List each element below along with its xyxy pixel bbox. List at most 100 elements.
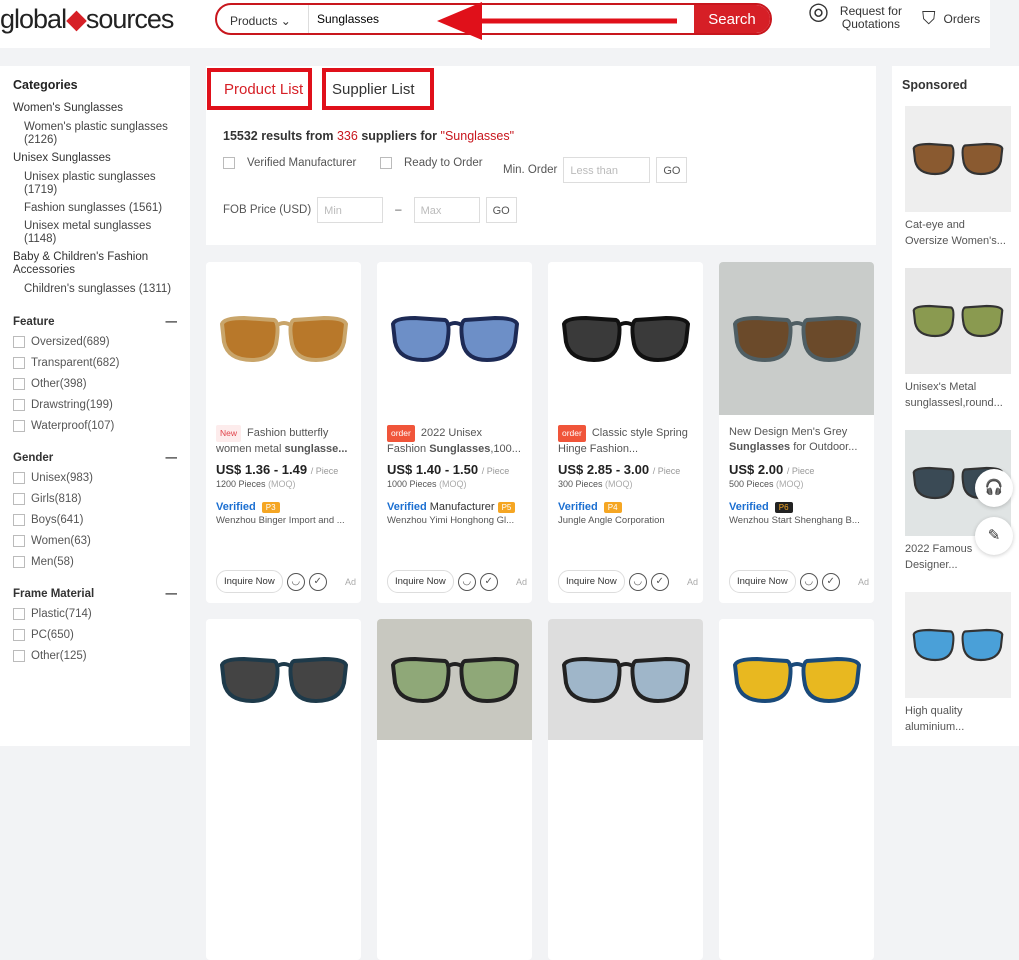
sponsored-title[interactable]: High quality aluminium... — [905, 703, 1011, 735]
filter-section-header[interactable]: Feature — — [13, 316, 177, 328]
checkbox[interactable] — [13, 650, 25, 662]
inquire-now-button[interactable]: Inquire Now — [558, 570, 625, 593]
filter-option[interactable]: PC(650) — [13, 629, 177, 641]
price-go-button[interactable]: GO — [485, 197, 517, 223]
min-order-input[interactable]: Less than — [563, 157, 651, 183]
company-name[interactable]: Wenzhou Yimi Honghong Gl... — [377, 513, 532, 526]
checkbox[interactable] — [13, 420, 25, 432]
product-card[interactable] — [719, 619, 874, 960]
logo[interactable]: global◆sources — [0, 4, 174, 35]
orders-link[interactable]: ⛉ Orders — [922, 8, 980, 29]
product-card[interactable]: New Fashion butterfly women metal sunglas… — [206, 262, 361, 603]
filter-section-header[interactable]: Gender — — [13, 452, 177, 464]
filter-option[interactable]: Waterproof(107) — [13, 420, 177, 432]
product-title[interactable]: New Fashion butterfly women metal sunglas… — [206, 415, 361, 457]
collapse-minus-icon[interactable]: — — [166, 316, 178, 328]
collapse-minus-icon[interactable]: — — [166, 588, 178, 600]
filter-option[interactable]: Women(63) — [13, 535, 177, 547]
price-min-input[interactable]: Min — [317, 197, 384, 223]
product-image[interactable] — [377, 262, 532, 415]
search-category-select[interactable]: Products ⌄ — [217, 5, 309, 33]
company-name[interactable]: Wenzhou Start Shenghang B... — [719, 513, 874, 526]
checkbox[interactable] — [13, 399, 25, 411]
filter-option[interactable]: Girls(818) — [13, 493, 177, 505]
sponsored-image[interactable] — [905, 268, 1011, 374]
checkbox[interactable] — [13, 336, 25, 348]
filter-option[interactable]: Oversized(689) — [13, 336, 177, 348]
subcategory-link[interactable]: Fashion sunglasses (1561) — [13, 202, 177, 215]
sponsored-item[interactable]: Cat-eye and Oversize Women's... — [905, 106, 1011, 249]
filter-option[interactable]: Drawstring(199) — [13, 399, 177, 411]
subcategory-link[interactable]: Women's plastic sunglasses (2126) — [13, 121, 177, 147]
product-card[interactable]: order Classic style Spring Hinge Fashion.… — [548, 262, 703, 603]
company-name[interactable]: Wenzhou Binger Import and ... — [206, 513, 361, 526]
checkbox[interactable] — [13, 608, 25, 620]
inquire-now-button[interactable]: Inquire Now — [387, 570, 454, 593]
sponsored-image[interactable] — [905, 106, 1011, 212]
subcategory-link[interactable]: Unisex plastic sunglasses (1719) — [13, 171, 177, 197]
ready-checkbox[interactable] — [380, 157, 392, 169]
product-title[interactable]: order 2022 Unisex Fashion Sunglasses,100.… — [377, 415, 532, 457]
product-image[interactable] — [548, 619, 703, 740]
inquire-now-button[interactable]: Inquire Now — [729, 570, 796, 593]
sponsored-image[interactable] — [905, 592, 1011, 698]
company-name[interactable]: Jungle Angle Corporation — [548, 513, 703, 526]
filter-option[interactable]: Boys(641) — [13, 514, 177, 526]
product-image[interactable] — [206, 619, 361, 740]
tab-product-list[interactable]: Product List — [207, 68, 312, 110]
search-button[interactable]: Search — [694, 5, 770, 33]
category-2[interactable]: Baby & Children's Fashion Accessories — [13, 251, 177, 277]
product-card[interactable]: order 2022 Unisex Fashion Sunglasses,100.… — [377, 262, 532, 603]
checkbox[interactable] — [13, 535, 25, 547]
check-icon[interactable]: ✓ — [821, 572, 840, 591]
inquire-now-button[interactable]: Inquire Now — [216, 570, 283, 593]
product-title[interactable]: New Design Men's Grey Sunglasses for Out… — [719, 415, 874, 457]
sponsored-title[interactable]: Cat-eye and Oversize Women's... — [905, 217, 1011, 249]
checkbox[interactable] — [13, 472, 25, 484]
chat-icon[interactable]: ◡ — [799, 572, 818, 591]
chat-icon[interactable]: ◡ — [286, 572, 305, 591]
sponsored-title[interactable]: Unisex's Metal sunglassesl,round... — [905, 379, 1011, 411]
product-card[interactable]: New Design Men's Grey Sunglasses for Out… — [719, 262, 874, 603]
product-title[interactable]: order Classic style Spring Hinge Fashion.… — [548, 415, 703, 457]
chat-icon[interactable]: ◡ — [628, 572, 647, 591]
filter-section-header[interactable]: Frame Material — — [13, 588, 177, 600]
product-image[interactable] — [206, 262, 361, 415]
product-card[interactable] — [377, 619, 532, 960]
product-card[interactable] — [206, 619, 361, 960]
checkbox[interactable] — [13, 514, 25, 526]
subcategory-link[interactable]: Children's sunglasses (1311) — [13, 283, 177, 296]
product-card[interactable] — [548, 619, 703, 960]
verified-checkbox[interactable] — [223, 157, 235, 169]
checkbox[interactable] — [13, 378, 25, 390]
check-icon[interactable]: ✓ — [479, 572, 498, 591]
subcategory-link[interactable]: Unisex metal sunglasses (1148) — [13, 220, 177, 246]
collapse-minus-icon[interactable]: — — [166, 452, 178, 464]
category-1[interactable]: Unisex Sunglasses — [13, 152, 177, 165]
price-max-input[interactable]: Max — [413, 197, 480, 223]
filter-option[interactable]: Transparent(682) — [13, 357, 177, 369]
edit-feedback-button[interactable]: ✎ — [975, 517, 1013, 555]
min-order-go-button[interactable]: GO — [656, 157, 688, 183]
product-image[interactable] — [377, 619, 532, 740]
headset-support-button[interactable]: 🎧 — [975, 469, 1013, 507]
product-image[interactable] — [719, 262, 874, 415]
product-image[interactable] — [548, 262, 703, 415]
check-icon[interactable]: ✓ — [308, 572, 327, 591]
filter-option[interactable]: Other(125) — [13, 650, 177, 662]
checkbox[interactable] — [13, 493, 25, 505]
filter-option[interactable]: Other(398) — [13, 378, 177, 390]
checkbox[interactable] — [13, 357, 25, 369]
chat-icon[interactable]: ◡ — [457, 572, 476, 591]
sponsored-item[interactable]: High quality aluminium... — [905, 592, 1011, 735]
category-0[interactable]: Women's Sunglasses — [13, 102, 177, 115]
check-icon[interactable]: ✓ — [650, 572, 669, 591]
filter-option[interactable]: Men(58) — [13, 556, 177, 568]
checkbox[interactable] — [13, 629, 25, 641]
filter-option[interactable]: Unisex(983) — [13, 472, 177, 484]
tab-supplier-list[interactable]: Supplier List — [322, 68, 434, 110]
filter-option[interactable]: Plastic(714) — [13, 608, 177, 620]
checkbox[interactable] — [13, 556, 25, 568]
sponsored-item[interactable]: Unisex's Metal sunglassesl,round... — [905, 268, 1011, 411]
product-image[interactable] — [719, 619, 874, 740]
